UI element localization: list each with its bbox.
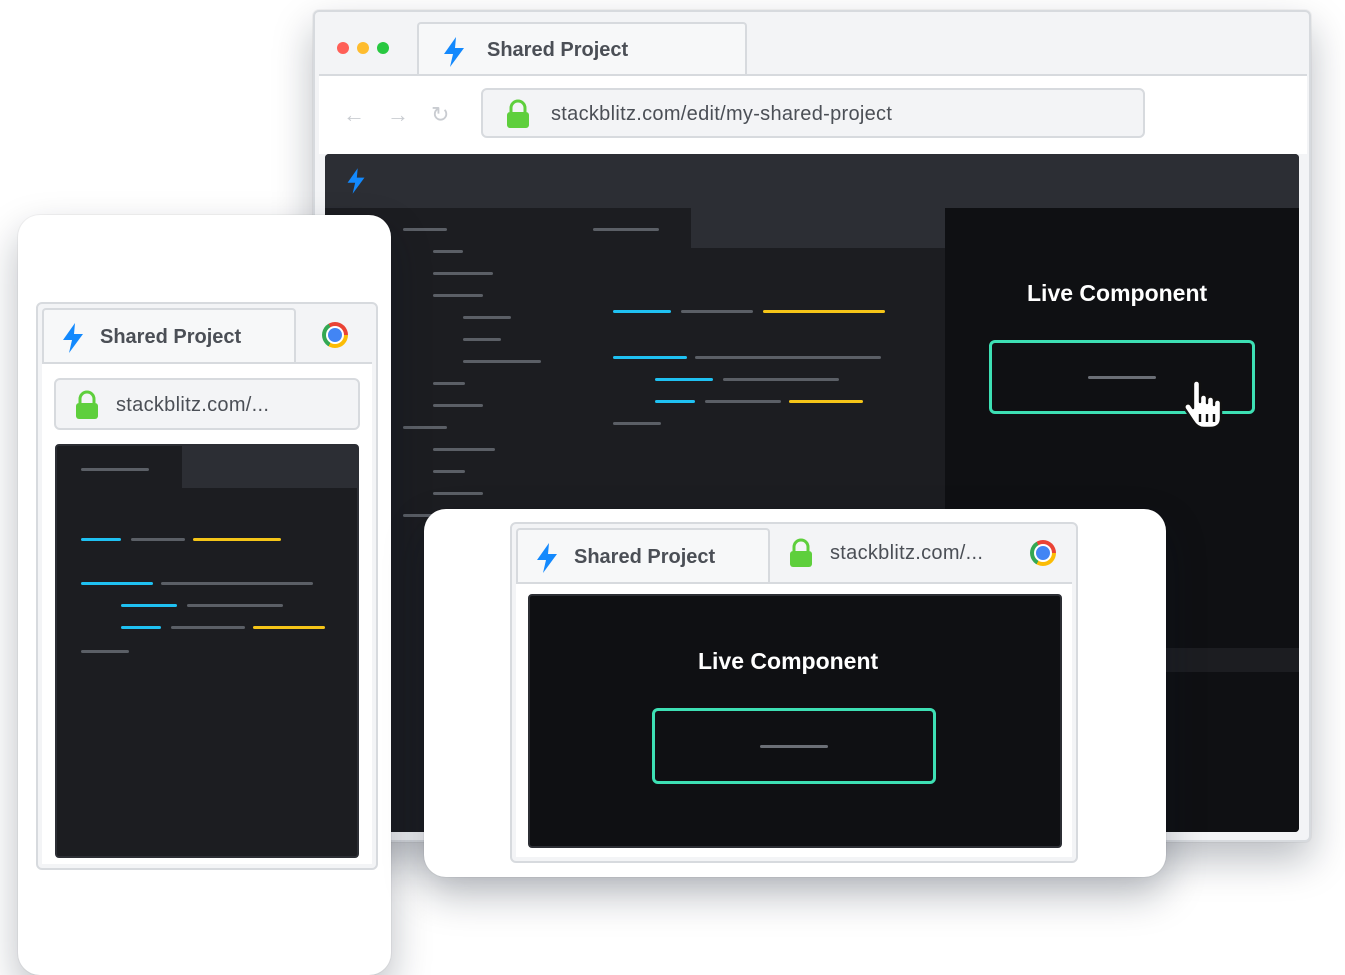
code-token [613,422,661,425]
url-text: stackblitz.com/... [116,394,270,416]
file-tree-item[interactable] [463,316,511,319]
code-token [81,650,129,653]
editor-tab-bar [182,446,357,488]
file-tree-item[interactable] [463,360,541,363]
file-tree-item[interactable] [433,404,483,407]
tablet-device: Shared Project stackblitz.com/... Live C… [424,509,1166,877]
ide-header [325,154,1299,208]
code-token [161,582,313,585]
tab-title: Shared Project [487,39,629,61]
address-bar[interactable]: stackblitz.com/... [54,378,360,430]
editor-tab-label [593,228,659,231]
file-tree-item[interactable] [433,448,495,451]
browser-tab[interactable]: Shared Project [417,22,747,78]
phone-browser: Shared Project stackblitz.com/... [36,302,378,870]
editor-tab-label[interactable] [81,468,149,471]
url-text[interactable]: stackblitz.com/... [830,542,983,565]
code-token [681,310,753,313]
pointer-hand-icon [1183,380,1223,430]
code-token [789,400,863,403]
file-tree-item[interactable] [433,470,465,473]
back-arrow-icon[interactable]: ← [343,102,365,128]
url-text: stackblitz.com/edit/my-shared-project [551,103,893,125]
bolt-icon [63,323,83,353]
file-tree-item[interactable] [433,250,463,253]
address-bar[interactable]: stackblitz.com/edit/my-shared-project [481,88,1145,138]
chrome-icon [1030,540,1056,566]
tablet-preview: Live Component [528,594,1062,848]
code-token [81,538,121,541]
file-tree-item[interactable] [463,338,501,341]
button-label-placeholder [760,745,828,748]
code-token [131,538,185,541]
file-tree-item[interactable] [403,426,447,429]
code-token [81,582,153,585]
phone-code-editor [55,444,359,858]
phone-toolbar: stackblitz.com/... [42,362,372,864]
bolt-icon [347,168,365,194]
code-token [121,626,161,629]
code-token [723,378,839,381]
file-tree-item[interactable] [433,272,493,275]
tab-title: Shared Project [100,326,242,348]
bolt-icon [537,543,557,573]
bolt-icon [444,37,464,67]
lock-icon [790,538,812,567]
code-token [253,626,325,629]
file-tree-item[interactable] [433,492,483,495]
editor-tab-bar [691,208,945,248]
lock-icon [76,390,98,419]
code-token [613,310,671,313]
live-component-button[interactable] [652,708,936,784]
browser-toolbar: ← → ↻ stackblitz.com/edit/my-shared-proj… [319,74,1307,154]
lock-icon [507,99,529,128]
chrome-icon [322,322,348,348]
tab-title: Shared Project [574,546,716,568]
code-token [121,604,177,607]
code-token [705,400,781,403]
phone-device: Shared Project stackblitz.com/... [18,215,391,975]
code-token [171,626,245,629]
reload-icon[interactable]: ↻ [431,102,449,128]
code-token [193,538,281,541]
tablet-browser: Shared Project stackblitz.com/... Live C… [510,522,1078,863]
file-tree-item[interactable] [403,228,447,231]
code-token [613,356,687,359]
button-label-placeholder [1088,376,1156,379]
file-tree-item[interactable] [433,382,465,385]
code-token [655,400,695,403]
browser-tab[interactable]: Shared Project [516,528,770,584]
code-token [187,604,283,607]
close-window-dot[interactable] [337,42,349,54]
code-token [763,310,885,313]
code-token [695,356,881,359]
preview-title: Live Component [698,648,879,674]
browser-tab[interactable]: Shared Project [42,308,296,364]
preview-title: Live Component [1027,280,1208,306]
maximize-window-dot[interactable] [377,42,389,54]
minimize-window-dot[interactable] [357,42,369,54]
forward-arrow-icon[interactable]: → [387,102,409,128]
editor-tab-active[interactable] [567,208,691,248]
tablet-toolbar: Live Component [516,582,1072,857]
file-tree-item[interactable] [433,294,483,297]
code-token [655,378,713,381]
